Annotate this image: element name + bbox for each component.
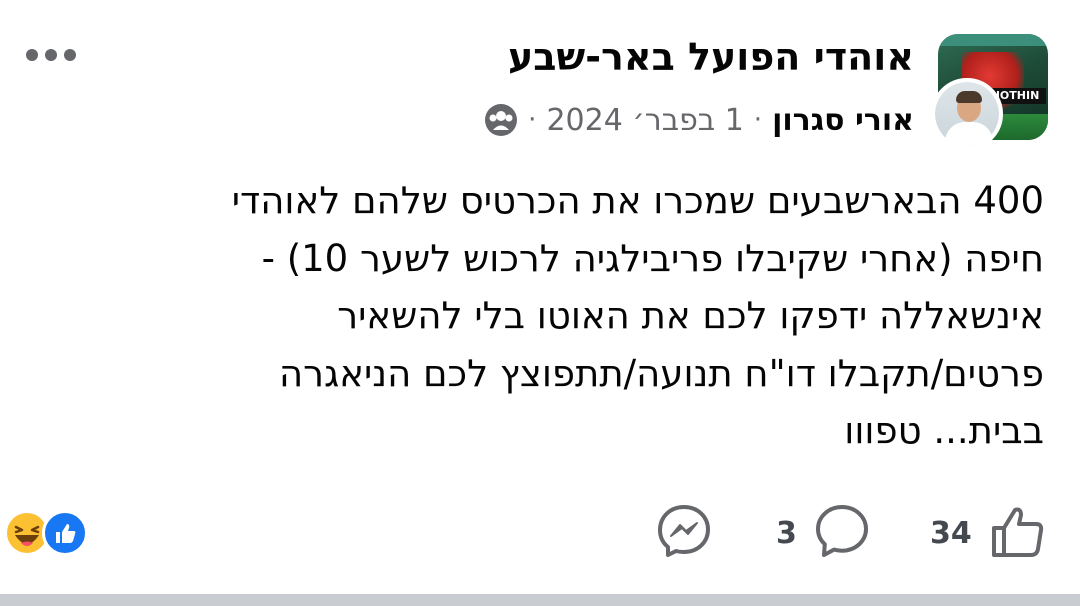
- more-dot: [64, 49, 76, 61]
- meta-separator: ·: [753, 105, 763, 135]
- reactions-summary[interactable]: [0, 510, 92, 556]
- comment-bubble-icon: [813, 502, 871, 564]
- group-avatar-strip: [938, 34, 1048, 46]
- meta-separator-2: ·: [528, 105, 537, 135]
- like-reaction-icon: [42, 510, 88, 556]
- more-dot: [45, 49, 57, 61]
- author-avatar-body: [945, 122, 993, 146]
- post-text-line: בבית... טפווו: [844, 409, 1044, 452]
- comment-button[interactable]: 3: [776, 500, 871, 566]
- group-name-link[interactable]: אוהדי הפועל באר-שבע: [508, 28, 914, 86]
- post-text-line: פרטים/תקבלו דו"ח תנועה/תתפוצץ לכם הניאגר…: [278, 351, 1044, 395]
- messenger-icon: [654, 501, 714, 565]
- thumbs-up-icon: [988, 501, 1048, 565]
- post-card: NOTHIN אוהדי הפועל באר-שבע אורי סגרון · …: [0, 0, 1080, 594]
- author-name-link[interactable]: אורי סגרון: [772, 103, 914, 138]
- like-count: 34: [930, 515, 972, 551]
- post-text-line: חיפה (אחרי שקיבלו פריבילגיה לרכוש לשער 1…: [261, 236, 1044, 280]
- post-text-line: אינשאללה ידפקו לכם את האוטו בלי להשאיר: [337, 294, 1044, 337]
- post-text-line: 400 הבארשבעים שמכרו את הכרטיס שלהם לאוהד…: [231, 179, 1044, 222]
- comment-count: 3: [776, 515, 797, 551]
- post-meta: אורי סגרון · 1 בפבר׳ 2024 ·: [484, 98, 914, 142]
- author-avatar-hair: [956, 91, 982, 103]
- feed-separator: [0, 594, 1080, 606]
- more-dot: [26, 49, 38, 61]
- more-options-button[interactable]: [26, 40, 84, 70]
- group-audience-icon: [484, 103, 518, 137]
- post-text: 400 הבארשבעים שמכרו את הכרטיס שלהם לאוהד…: [104, 172, 1044, 460]
- author-avatar[interactable]: [931, 78, 1003, 150]
- share-messenger-button[interactable]: [654, 500, 714, 566]
- like-button[interactable]: 34: [930, 500, 1048, 566]
- post-date-link[interactable]: 1 בפבר׳ 2024: [546, 103, 743, 138]
